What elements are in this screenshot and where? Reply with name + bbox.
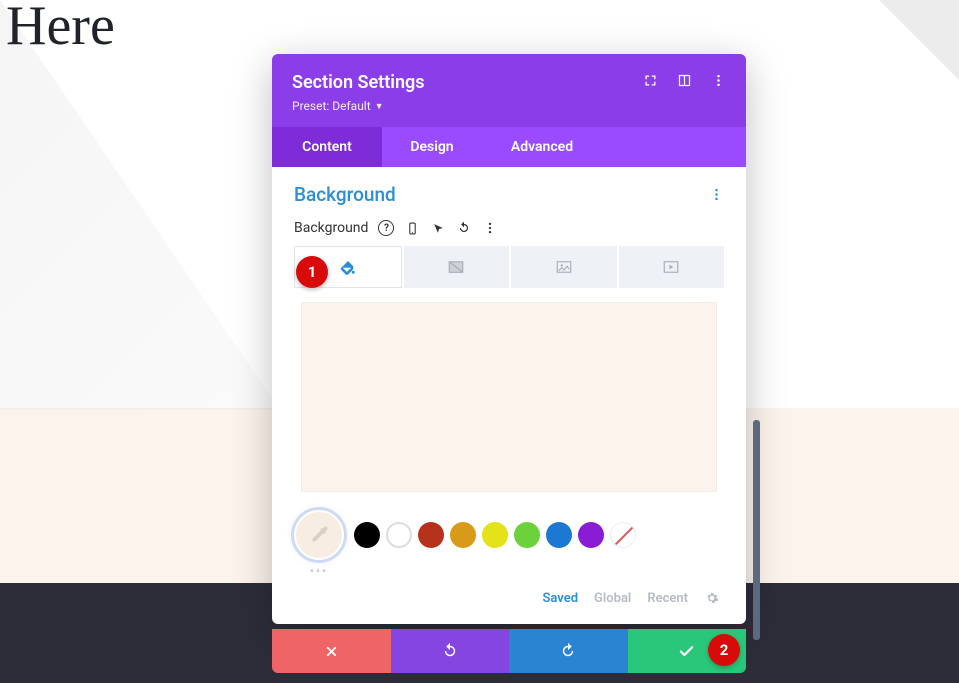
redo-button[interactable] [509, 629, 628, 673]
swatch-black[interactable] [354, 522, 380, 548]
device-icon[interactable] [404, 220, 420, 236]
cancel-button[interactable] [272, 629, 391, 673]
layout-icon[interactable] [676, 72, 692, 88]
background-field-row: Background ? [294, 220, 724, 236]
field-label: Background [294, 220, 368, 236]
scrollbar[interactable] [753, 420, 760, 640]
background-preview[interactable] [301, 302, 717, 492]
bg-tab-gradient[interactable] [404, 246, 510, 288]
swatch-none[interactable] [610, 522, 636, 548]
help-icon[interactable]: ? [378, 220, 394, 236]
swatch-red[interactable] [418, 522, 444, 548]
palette-tab-saved[interactable]: Saved [542, 591, 578, 606]
swatch-purple[interactable] [578, 522, 604, 548]
kebab-icon[interactable] [710, 72, 726, 88]
swatch-orange[interactable] [450, 522, 476, 548]
tab-content[interactable]: Content [272, 127, 382, 167]
bg-tab-image[interactable] [511, 246, 617, 288]
background-type-tabs [294, 246, 724, 288]
expand-icon[interactable] [642, 72, 658, 88]
swatch-white[interactable] [386, 522, 412, 548]
swatch-blue[interactable] [546, 522, 572, 548]
page-decor-top-right [879, 0, 959, 80]
reset-icon[interactable] [456, 220, 472, 236]
section-title[interactable]: Background [294, 183, 396, 206]
color-picker-button[interactable] [294, 510, 344, 560]
field-kebab-icon[interactable] [482, 220, 498, 236]
modal-header: Section Settings Preset: Default ▼ [272, 54, 746, 127]
swatch-more-icon[interactable]: ••• [294, 564, 344, 578]
palette-settings-icon[interactable] [704, 590, 720, 606]
section-kebab-icon[interactable] [708, 187, 724, 203]
annotation-marker-1: 1 [296, 256, 328, 288]
page-decor-left [0, 0, 280, 410]
annotation-marker-2: 2 [708, 634, 740, 666]
caret-down-icon: ▼ [375, 101, 384, 112]
modal-footer [272, 629, 746, 673]
bg-tab-video[interactable] [619, 246, 725, 288]
swatch-green[interactable] [514, 522, 540, 548]
palette-tab-global[interactable]: Global [594, 591, 631, 606]
undo-button[interactable] [391, 629, 510, 673]
page-heading: Here [6, 0, 115, 58]
swatch-yellow[interactable] [482, 522, 508, 548]
palette-tabs: Saved Global Recent [294, 590, 720, 606]
hover-icon[interactable] [430, 220, 446, 236]
panel-content: Background Background ? [272, 167, 746, 606]
preset-selector[interactable]: Preset: Default ▼ [292, 99, 425, 113]
modal-tabs: Content Design Advanced [272, 127, 746, 167]
tab-design[interactable]: Design [382, 127, 482, 167]
preset-label: Preset: Default [292, 99, 371, 113]
color-swatch-row [294, 510, 724, 560]
modal-title: Section Settings [292, 72, 425, 93]
tab-advanced[interactable]: Advanced [482, 127, 602, 167]
section-settings-modal: Section Settings Preset: Default ▼ Conte… [272, 54, 746, 624]
palette-tab-recent[interactable]: Recent [647, 591, 688, 606]
